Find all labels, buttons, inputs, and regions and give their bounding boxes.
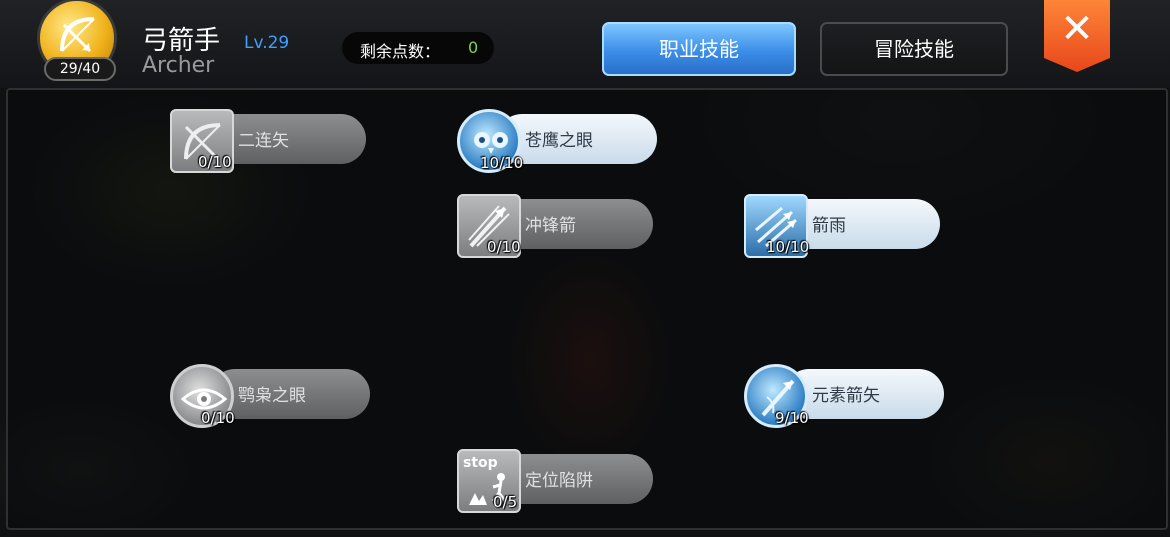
- charge-arrow-icon: 0/10: [457, 194, 521, 258]
- stop-trap-icon: stop 0/5: [457, 449, 521, 513]
- skill-charge-arrow[interactable]: 冲锋箭 0/10: [457, 194, 653, 258]
- class-level: Lv.29: [244, 33, 290, 53]
- skill-count: 10/10: [480, 154, 524, 172]
- skill-name: 冲锋箭: [525, 216, 576, 236]
- element-arrow-icon: 9/10: [744, 364, 809, 428]
- arrow-rain-icon: 10/10: [744, 194, 810, 258]
- header-bar: 29/40 弓箭手 Lv.29 Archer 剩余点数： 0 职业技能 冒险技能…: [0, 0, 1170, 88]
- tab-job-skills[interactable]: 职业技能: [602, 22, 796, 76]
- class-name: 弓箭手: [142, 26, 221, 56]
- skill-owl-eye[interactable]: 鹗枭之眼 0/10: [170, 364, 370, 428]
- skill-count: 0/10: [487, 238, 521, 256]
- avatar-level-badge: 29/40: [44, 57, 116, 81]
- skill-element-arrow[interactable]: 元素箭矢 9/10: [744, 364, 944, 428]
- close-button[interactable]: ✕: [1044, 0, 1110, 72]
- eye-icon: 0/10: [170, 364, 235, 428]
- remaining-points-value: 0: [468, 38, 479, 57]
- skill-name: 二连矢: [238, 131, 289, 151]
- skill-name: 箭雨: [812, 216, 846, 236]
- skill-count: 0/5: [493, 493, 518, 511]
- remaining-points: 剩余点数： 0: [342, 32, 494, 64]
- tab-adventure-skills[interactable]: 冒险技能: [820, 22, 1008, 76]
- owl-icon: 10/10: [457, 109, 524, 173]
- skill-name: 鹗枭之眼: [238, 386, 306, 406]
- bow-icon: 0/10: [170, 109, 234, 173]
- skill-locate-trap[interactable]: 定位陷阱 stop 0/5: [457, 449, 653, 513]
- skill-double-arrow[interactable]: 二连矢 0/10: [170, 109, 366, 173]
- remaining-points-label: 剩余点数：: [360, 42, 441, 61]
- skill-count: 10/10: [766, 238, 810, 256]
- skill-name: 苍鹰之眼: [525, 131, 593, 151]
- skill-count: 0/10: [198, 153, 232, 171]
- bow-icon: [60, 17, 95, 53]
- skill-arrow-rain[interactable]: 箭雨 10/10: [744, 194, 940, 258]
- skill-count: 0/10: [201, 409, 235, 427]
- close-icon: ✕: [1060, 6, 1094, 52]
- class-name-english: Archer: [142, 53, 215, 78]
- skill-name: 定位陷阱: [525, 471, 593, 491]
- skill-count: 9/10: [775, 409, 809, 427]
- skill-hawk-eye[interactable]: 苍鹰之眼 10/10: [457, 109, 657, 173]
- skill-name: 元素箭矢: [812, 386, 880, 406]
